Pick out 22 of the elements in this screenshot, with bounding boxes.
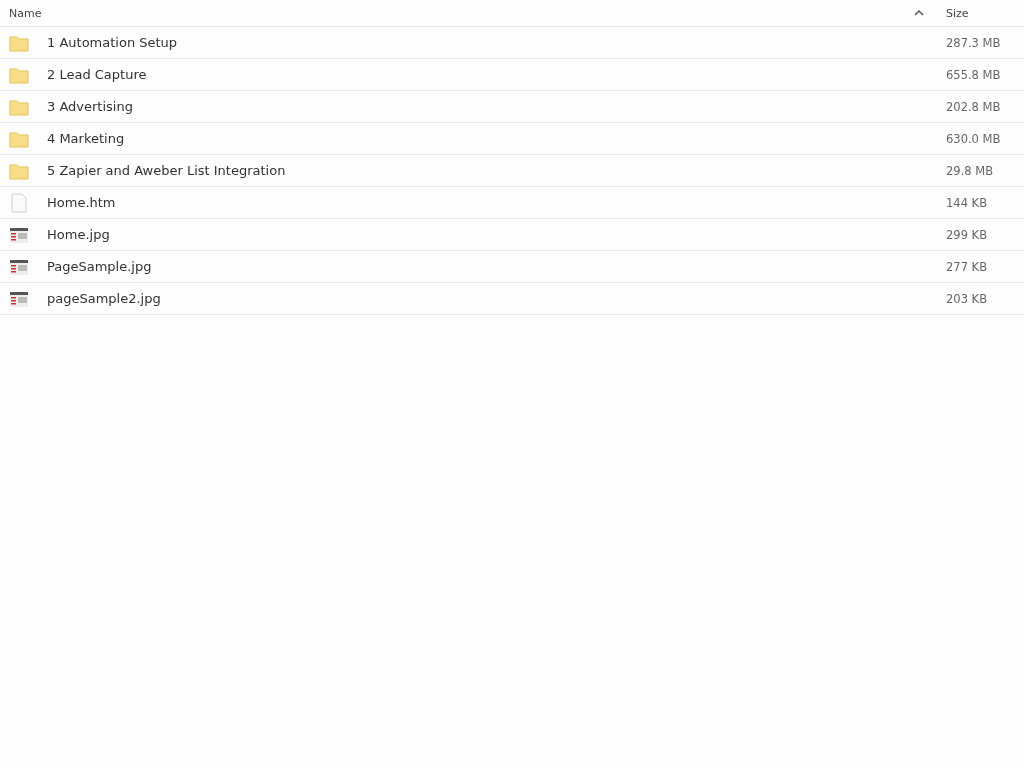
file-size: 299 KB: [946, 227, 989, 242]
file-size: 144 KB: [946, 195, 989, 210]
column-header[interactable]: Size: [946, 6, 1024, 20]
file-name[interactable]: 5 Zapier and Aweber List Integration: [47, 163, 946, 178]
file-name[interactable]: 2 Lead Capture: [47, 67, 946, 82]
file-size: 287.3 MB: [946, 35, 1002, 50]
file-size: 202.8 MB: [946, 99, 1002, 114]
file-name[interactable]: Home.jpg: [47, 227, 946, 242]
file-size: 203 KB: [946, 291, 989, 306]
file-size: 29.8 MB: [946, 163, 995, 178]
file-name[interactable]: 3 Advertising: [47, 99, 946, 114]
document-icon: [9, 192, 29, 213]
file-size: 630.0 MB: [946, 131, 1002, 146]
file-size: 655.8 MB: [946, 67, 1002, 82]
sort-caret-icon[interactable]: [914, 9, 924, 17]
file-name[interactable]: PageSample.jpg: [47, 259, 946, 274]
file-name[interactable]: Home.htm: [47, 195, 946, 210]
file-name[interactable]: 4 Marketing: [47, 131, 946, 146]
column-header[interactable]: Name: [0, 6, 914, 20]
file-name[interactable]: pageSample2.jpg: [47, 291, 946, 306]
file-name[interactable]: 1 Automation Setup: [47, 35, 946, 50]
file-size: 277 KB: [946, 259, 989, 274]
